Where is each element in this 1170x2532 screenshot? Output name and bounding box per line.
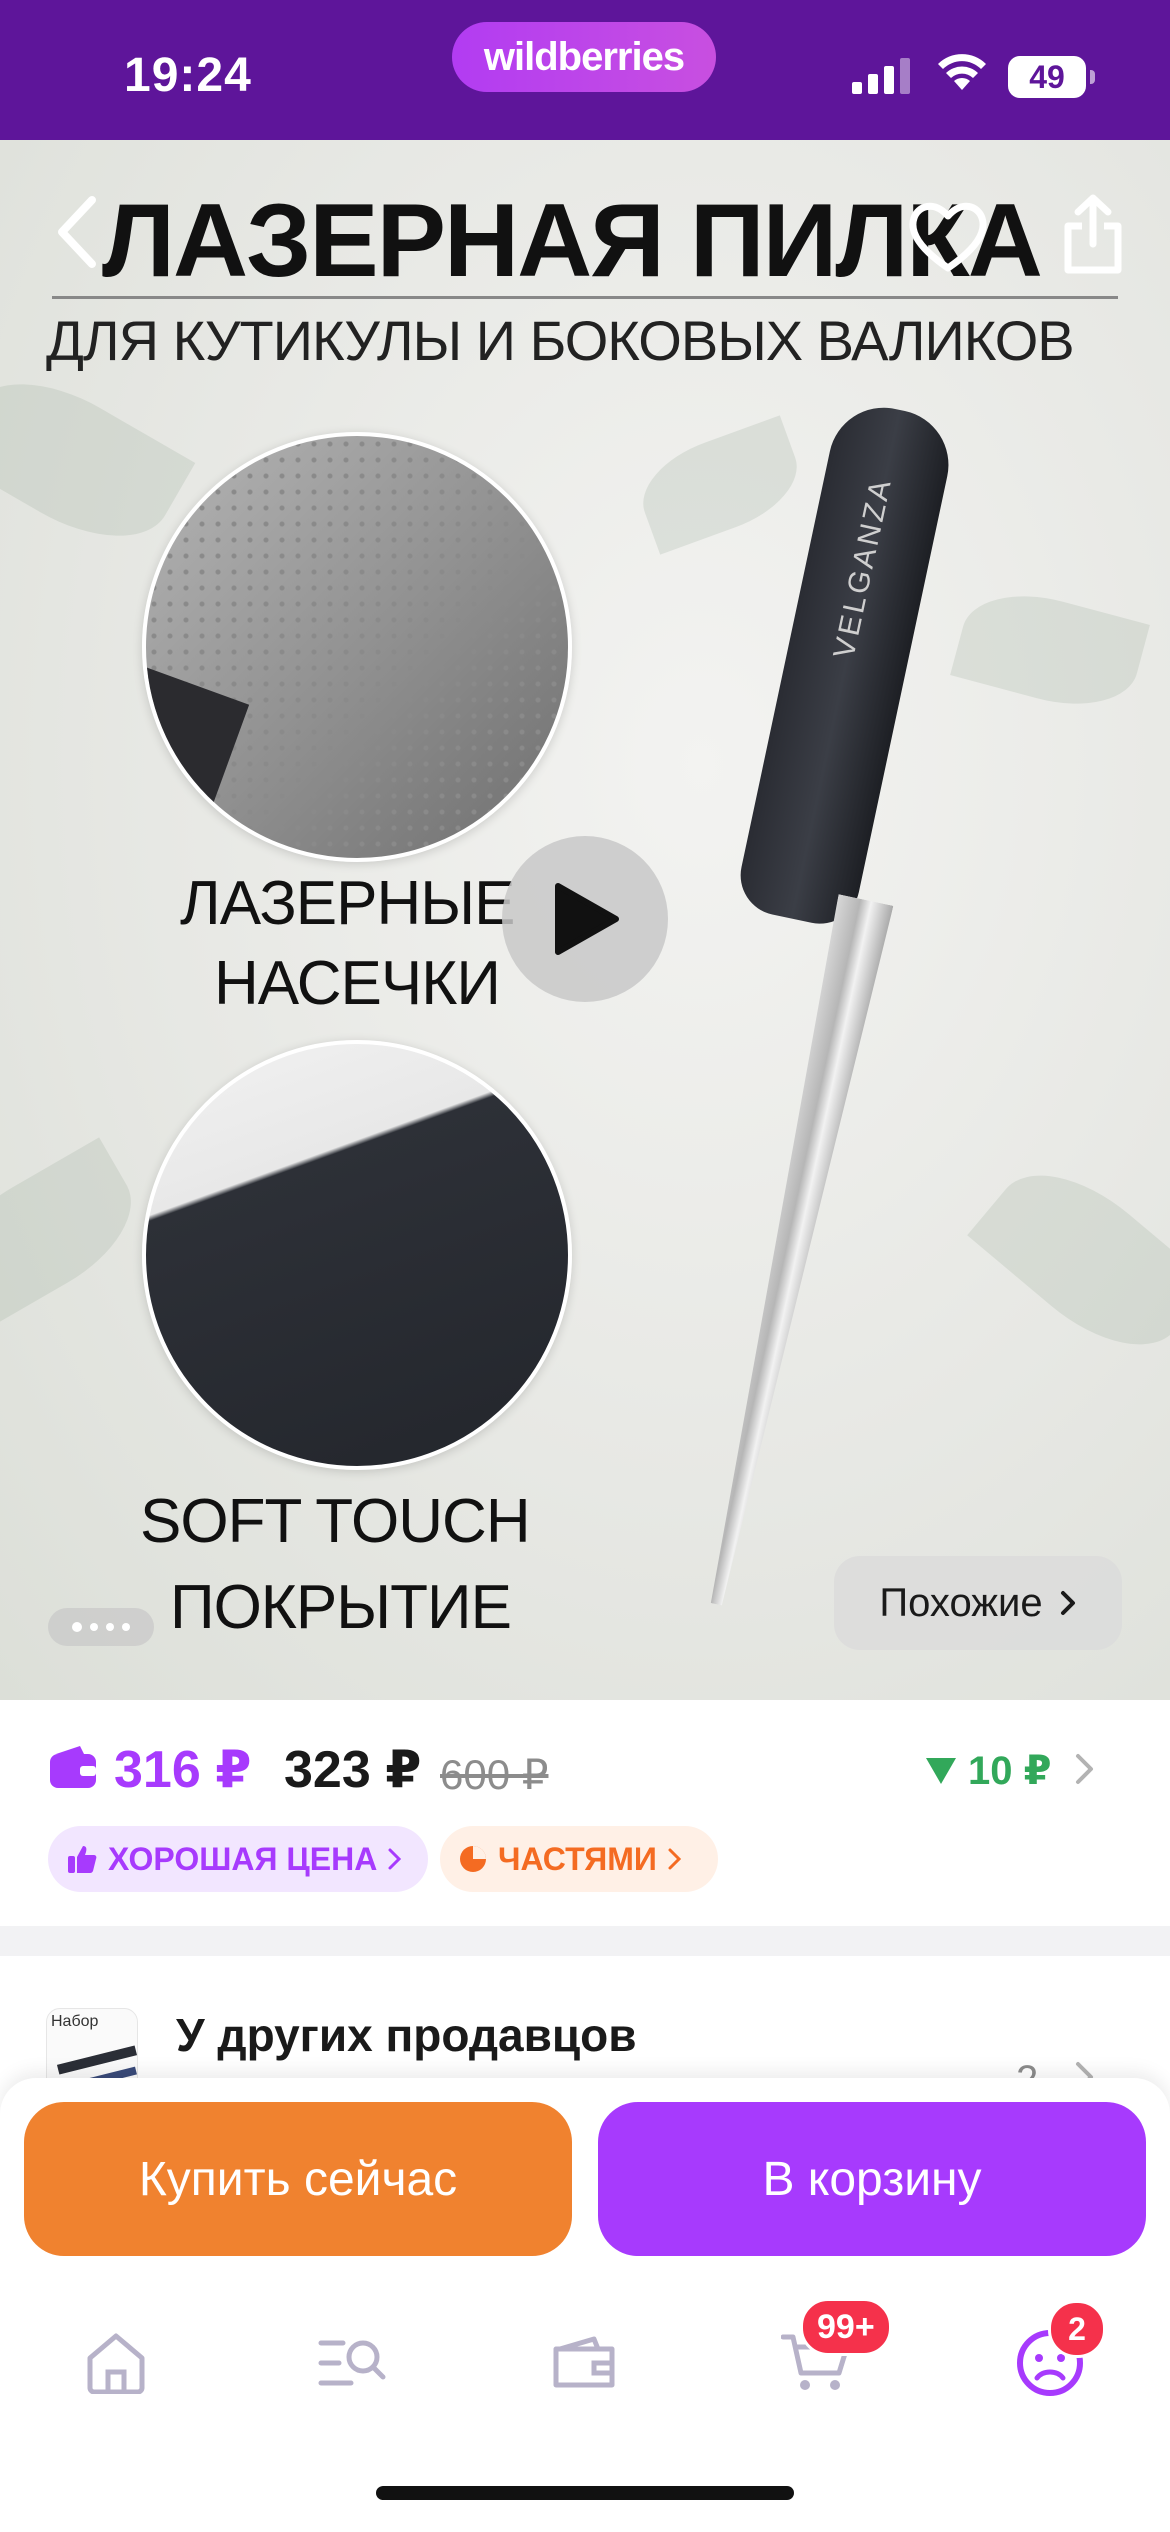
share-icon[interactable] xyxy=(1058,192,1128,276)
thumbs-up-icon xyxy=(68,1846,97,1873)
decor-leaf xyxy=(0,1137,155,1333)
wallet-icon xyxy=(50,1746,96,1788)
play-icon xyxy=(555,883,619,955)
decor-leaf xyxy=(0,353,196,567)
brand-pill[interactable]: wildberries xyxy=(452,22,716,92)
pagination-dot xyxy=(90,1623,98,1631)
old-price: 600 ₽ xyxy=(440,1751,549,1798)
catalog-search-icon xyxy=(318,2340,386,2386)
price-drop[interactable]: 10 ₽ xyxy=(924,1748,1051,1794)
home-icon xyxy=(87,2333,145,2394)
other-sellers-row[interactable]: Набор У других продавцов 2 xyxy=(0,1956,1170,2090)
current-price: 323 ₽ xyxy=(284,1741,422,1799)
decor-leaf xyxy=(950,578,1150,722)
tab-catalog[interactable] xyxy=(292,2308,412,2418)
profile-notification-badge: 2 xyxy=(1048,2300,1106,2358)
back-icon[interactable] xyxy=(48,192,108,272)
decor-leaf xyxy=(967,1143,1170,1377)
image-divider xyxy=(52,296,1118,299)
good-price-chip[interactable]: ХОРОШАЯ ЦЕНА xyxy=(48,1826,428,1892)
wallet-price: 316 ₽ xyxy=(114,1741,252,1799)
image-subtitle: ДЛЯ КУТИКУЛЫ И БОКОВЫХ ВАЛИКОВ xyxy=(46,309,1075,372)
decor-leaf xyxy=(629,415,811,555)
pagination-dot xyxy=(72,1622,82,1632)
similar-products-button[interactable]: Похожие xyxy=(834,1556,1122,1650)
add-to-cart-button[interactable]: В корзину xyxy=(598,2102,1146,2256)
laser-texture-closeup xyxy=(142,432,572,862)
price-card: 316 ₽ 323 ₽ 600 ₽ 10 ₽ ХОРОШАЯ ЦЕНА ЧАСТ… xyxy=(0,1700,1170,1926)
heart-icon[interactable] xyxy=(906,196,990,276)
other-sellers-title: У других продавцов xyxy=(176,2009,637,2061)
bottom-panel: Купить сейчас В корзину 99+ 2 xyxy=(0,2078,1170,2532)
pie-chart-icon xyxy=(460,1846,486,1872)
pagination-dot xyxy=(122,1623,130,1631)
thumbnail-text: Набор xyxy=(51,2013,99,2030)
tool-brand-text: VELGANZA xyxy=(827,474,899,662)
battery-indicator: 49 xyxy=(1008,56,1095,98)
handle-closeup xyxy=(142,1040,572,1470)
chevron-right-icon xyxy=(1060,1591,1075,1615)
price-drop-value: 10 ₽ xyxy=(968,1749,1052,1793)
status-bar: 19:24 wildberries 49 xyxy=(0,0,1170,140)
tab-bar xyxy=(0,2298,1170,2428)
buy-now-button[interactable]: Купить сейчас xyxy=(24,2102,572,2256)
feature1-line2: НАСЕЧКИ xyxy=(214,949,501,1018)
feature2-line2: ПОКРЫТИЕ xyxy=(170,1573,512,1642)
triangle-down-icon xyxy=(926,1758,956,1784)
feature2-line1: SOFT TOUCH xyxy=(140,1487,531,1556)
chevron-right-icon[interactable] xyxy=(1074,1752,1096,1786)
wifi-icon xyxy=(938,54,986,90)
gallery-pagination xyxy=(48,1608,154,1646)
good-price-label: ХОРОШАЯ ЦЕНА xyxy=(108,1840,378,1877)
similar-label: Похожие xyxy=(879,1580,1043,1625)
section-gap xyxy=(0,1926,1170,1956)
status-time: 19:24 xyxy=(124,49,252,102)
chevron-right-icon xyxy=(668,1848,682,1870)
pagination-dot xyxy=(106,1623,114,1631)
cart-count-badge: 99+ xyxy=(800,2298,892,2356)
tab-wallet[interactable] xyxy=(524,2308,644,2418)
tab-home[interactable] xyxy=(56,2308,176,2418)
product-image-gallery[interactable]: ЛАЗЕРНАЯ ПИЛКА ДЛЯ КУТИКУЛЫ И БОКОВЫХ ВА… xyxy=(0,140,1170,1700)
chevron-right-icon xyxy=(388,1848,402,1870)
installments-chip[interactable]: ЧАСТЯМИ xyxy=(440,1826,718,1892)
home-indicator[interactable] xyxy=(376,2486,794,2500)
installments-label: ЧАСТЯМИ xyxy=(498,1840,657,1877)
signal-icon xyxy=(852,58,910,94)
nail-file-blade xyxy=(689,894,893,1610)
wallet-icon xyxy=(553,2336,615,2388)
play-video-button[interactable] xyxy=(502,836,668,1002)
feature1-line1: ЛАЗЕРНЫЕ xyxy=(180,869,516,938)
image-title: ЛАЗЕРНАЯ ПИЛКА xyxy=(102,183,1043,299)
